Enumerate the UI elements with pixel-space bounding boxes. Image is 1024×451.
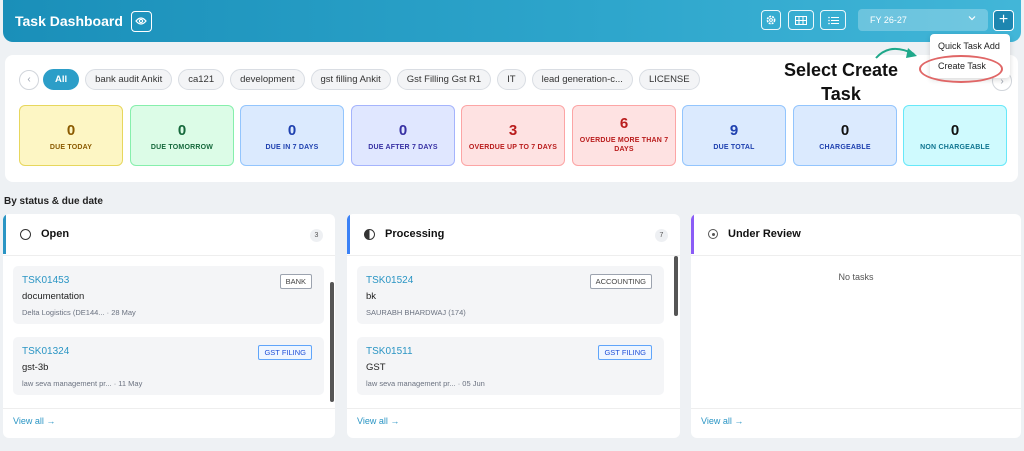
stat-label: DUE AFTER 7 DAYS <box>368 144 438 151</box>
list-icon[interactable] <box>820 10 846 30</box>
stat-label: DUE TOTAL <box>713 144 755 151</box>
task-card[interactable]: TSK01511 GST FILING GST law seva managem… <box>357 337 664 395</box>
stat-value: 3 <box>508 122 518 139</box>
task-tag: ACCOUNTING <box>589 274 652 289</box>
stat-value: 0 <box>398 122 408 139</box>
task-tag: GST FILING <box>598 345 652 360</box>
column-count-badge: 3 <box>310 229 323 242</box>
empty-state: No tasks <box>838 272 874 282</box>
stat-value: 0 <box>840 122 850 139</box>
circle-icon <box>20 228 31 240</box>
stat-due-today[interactable]: 0 DUE TODAY <box>19 105 123 166</box>
column-title: Processing <box>385 228 445 240</box>
column-body: TSK01524 ACCOUNTING bk SAURABH BHARDWAJ … <box>347 255 680 405</box>
task-description: gst-3b <box>22 362 49 373</box>
column-processing: Processing 7 TSK01524 ACCOUNTING bk SAUR… <box>347 214 680 438</box>
view-all-link[interactable]: View all → <box>701 416 743 426</box>
column-footer: View all → <box>347 408 680 438</box>
column-footer: View all → <box>3 408 335 438</box>
fy-select-value: FY 26-27 <box>870 15 907 25</box>
column-header: Under Review <box>691 214 1021 254</box>
stat-due-total[interactable]: 9 DUE TOTAL <box>682 105 786 166</box>
view-all-link[interactable]: View all → <box>357 416 399 426</box>
chip-development[interactable]: development <box>230 69 305 90</box>
task-id-link[interactable]: TSK01324 <box>22 346 69 357</box>
task-id-link[interactable]: TSK01511 <box>366 346 413 357</box>
half-circle-icon <box>364 228 375 240</box>
stat-non-chargeable[interactable]: 0 NON CHARGEABLE <box>903 105 1007 166</box>
section-title: By status & due date <box>4 196 103 207</box>
column-title: Open <box>41 228 70 240</box>
scrollbar[interactable] <box>330 282 334 402</box>
stat-due-tomorrow[interactable]: 0 DUE TOMORROW <box>130 105 234 166</box>
task-card[interactable]: TSK01324 GST FILING gst-3b law seva mana… <box>13 337 324 395</box>
fy-select[interactable]: FY 26-27 <box>858 9 988 31</box>
column-header: Open 3 <box>3 214 335 254</box>
column-body: TSK01453 BANK documentation Delta Logist… <box>3 255 335 405</box>
filter-chip-row: ‹ All bank audit Ankit ca121 development… <box>19 69 706 90</box>
task-meta: law seva management pr... · 11 May <box>22 379 143 388</box>
task-description: bk <box>366 291 377 302</box>
stat-label: NON CHARGEABLE <box>920 144 990 151</box>
annotation-text: Select Create Task <box>783 60 899 104</box>
chevron-left-icon[interactable]: ‹ <box>19 69 39 90</box>
column-count-badge: 7 <box>655 229 668 242</box>
column-footer: View all → <box>691 408 1021 438</box>
chip-bank-audit-ankit[interactable]: bank audit Ankit <box>85 69 173 90</box>
scrollbar[interactable] <box>674 256 678 316</box>
page-title: Task Dashboard <box>15 13 123 29</box>
view-all-link[interactable]: View all → <box>13 416 55 426</box>
highlight-ellipse <box>919 55 1003 83</box>
task-tag: BANK <box>279 274 312 289</box>
chip-ca121[interactable]: ca121 <box>178 69 225 90</box>
task-id-link[interactable]: TSK01524 <box>366 275 413 286</box>
grid-icon[interactable] <box>788 10 814 30</box>
column-title: Under Review <box>728 228 801 240</box>
chip-license[interactable]: LICENSE <box>638 69 700 90</box>
task-tag: GST FILING <box>258 345 312 360</box>
task-meta: law seva management pr... · 05 Jun <box>366 379 485 388</box>
plus-icon[interactable]: + <box>993 10 1014 31</box>
eye-icon[interactable] <box>130 10 152 32</box>
stat-due-after-7-days[interactable]: 0 DUE AFTER 7 DAYS <box>351 105 455 166</box>
stat-overdue-more-than-7-days[interactable]: 6 OVERDUE MORE THAN 7 DAYS <box>572 105 676 166</box>
top-header: Task Dashboard FY 26-27 + <box>3 0 1021 42</box>
task-meta: SAURABH BHARDWAJ (174) <box>366 308 466 317</box>
column-body: No tasks <box>691 255 1021 405</box>
stat-value: 0 <box>950 122 960 139</box>
stat-overdue-up-to-7-days[interactable]: 3 OVERDUE UP TO 7 DAYS <box>461 105 565 166</box>
gear-icon[interactable] <box>761 10 781 30</box>
chip-gst-filling-ankit[interactable]: gst filling Ankit <box>310 69 391 90</box>
column-open: Open 3 TSK01453 BANK documentation Delta… <box>3 214 335 438</box>
chip-all[interactable]: All <box>43 69 80 90</box>
task-description: documentation <box>22 291 85 302</box>
task-card[interactable]: TSK01524 ACCOUNTING bk SAURABH BHARDWAJ … <box>357 266 664 324</box>
stat-value: 0 <box>177 122 187 139</box>
task-id-link[interactable]: TSK01453 <box>22 275 69 286</box>
chip-gst-filling-gst-r1[interactable]: Gst Filling Gst R1 <box>396 69 492 90</box>
stat-label: DUE TOMORROW <box>150 144 214 151</box>
stat-value: 0 <box>287 122 297 139</box>
stat-label: OVERDUE UP TO 7 DAYS <box>468 144 558 151</box>
quick-task-add-item[interactable]: Quick Task Add <box>930 36 1010 56</box>
chip-lead-generation[interactable]: lead generation-c... <box>531 69 633 90</box>
stat-label: CHARGEABLE <box>819 144 871 151</box>
column-under-review: Under Review No tasks View all → <box>691 214 1021 438</box>
stat-due-in-7-days[interactable]: 0 DUE IN 7 DAYS <box>240 105 344 166</box>
task-card[interactable]: TSK01453 BANK documentation Delta Logist… <box>13 266 324 324</box>
chevron-down-icon <box>968 14 976 24</box>
stat-chargeable[interactable]: 0 CHARGEABLE <box>793 105 897 166</box>
task-description: GST <box>366 362 386 373</box>
stat-label: DUE TODAY <box>49 144 93 151</box>
stat-value: 9 <box>729 122 739 139</box>
stat-value: 6 <box>619 115 629 132</box>
stat-value: 0 <box>66 122 76 139</box>
column-header: Processing 7 <box>347 214 680 254</box>
chip-it[interactable]: IT <box>497 69 526 90</box>
stat-label: DUE IN 7 DAYS <box>265 144 319 151</box>
review-icon <box>708 229 718 239</box>
task-meta: Delta Logistics (DE144... · 28 May <box>22 308 136 317</box>
stat-label: OVERDUE MORE THAN 7 DAYS <box>579 137 669 153</box>
